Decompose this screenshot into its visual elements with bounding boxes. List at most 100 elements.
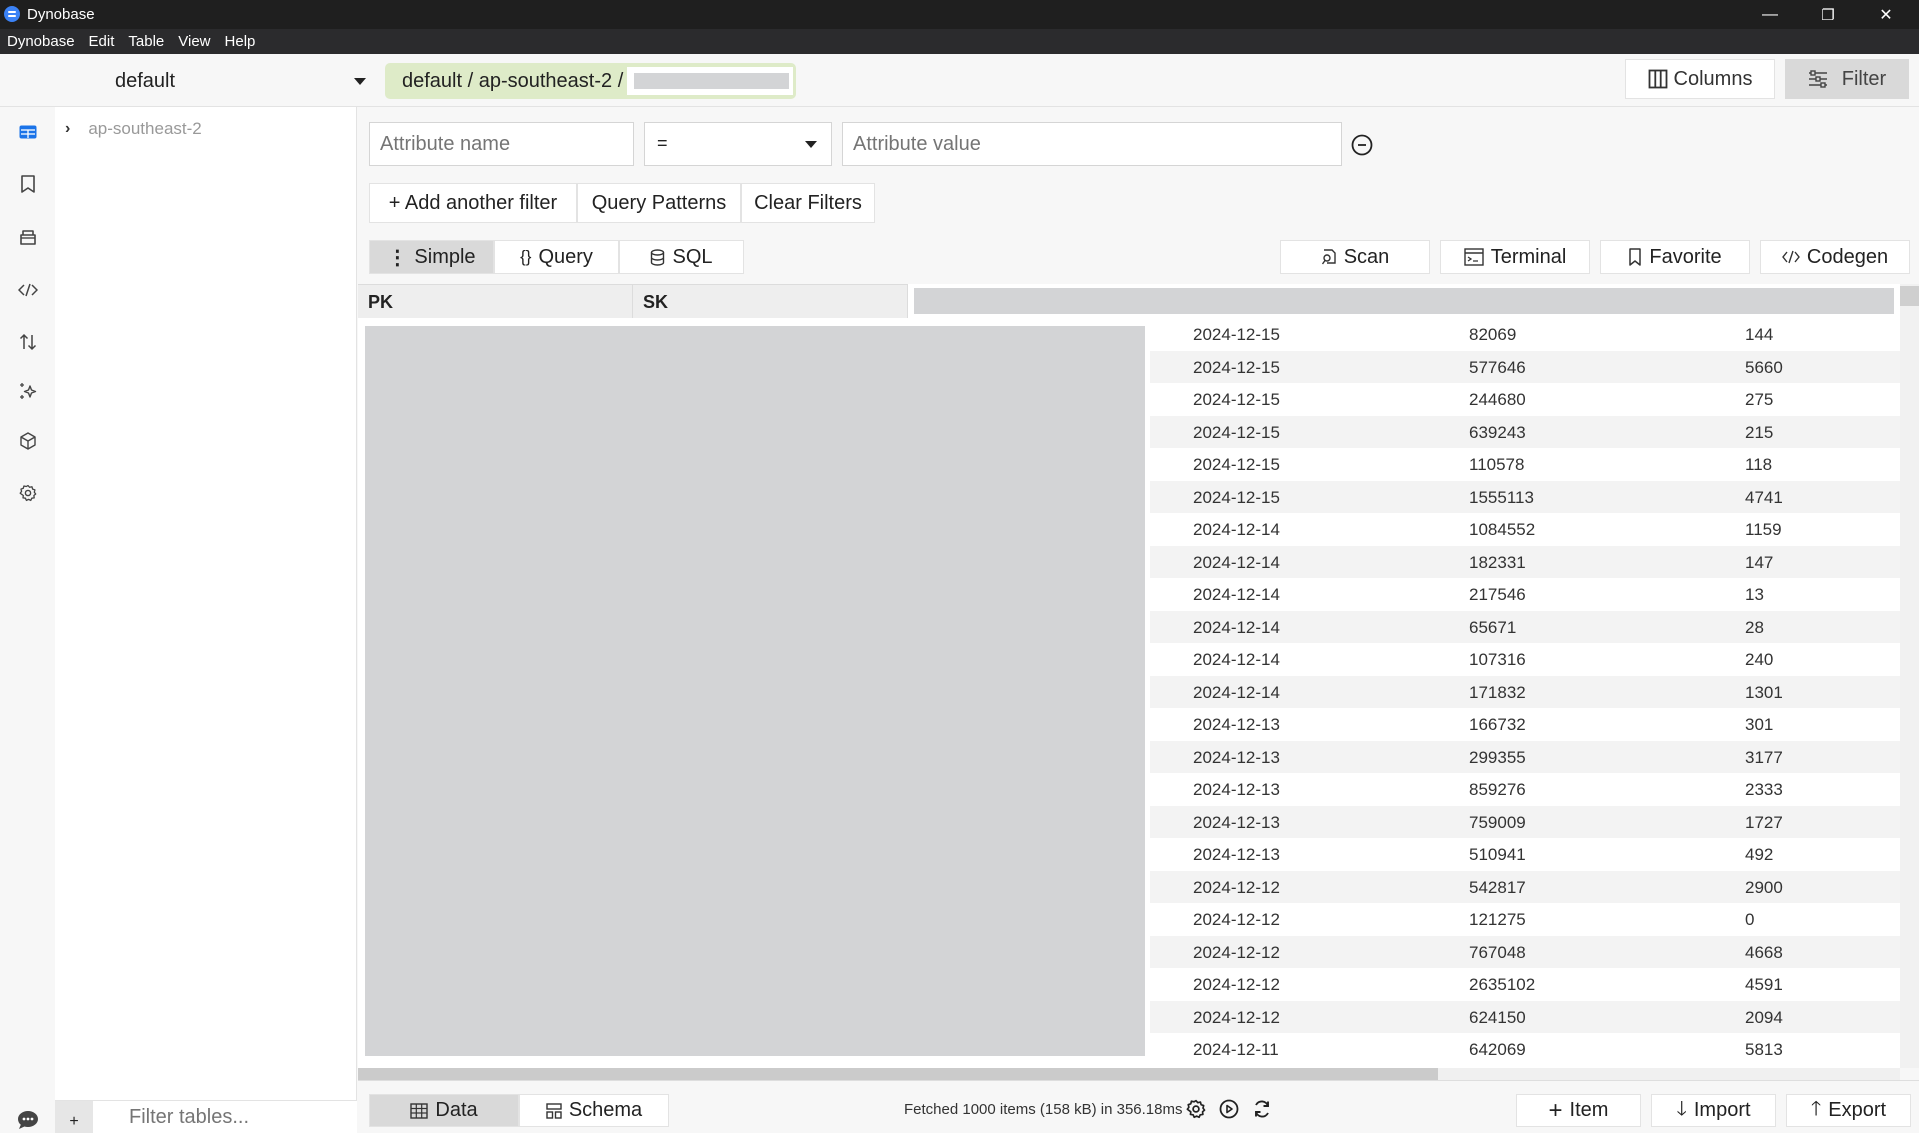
table-row[interactable]: 2024-12-12 121275 0 [1150,903,1900,936]
profile-select[interactable]: default [0,54,375,107]
fetch-status: Fetched 1000 items (158 kB) in 356.18ms [904,1101,1183,1118]
table-cell: 2094 [1745,1007,1783,1027]
table-body: 2024-12-15 82069 144 2024-12-15 577646 5660 20… [1150,318,1900,1066]
table-row[interactable]: 2024-12-13 166732 301 [1150,708,1900,741]
code-icon[interactable] [16,278,40,302]
play-circle-icon [1219,1099,1239,1119]
table-row[interactable]: 2024-12-15 110578 118 [1150,448,1900,481]
attribute-value-input[interactable] [842,122,1342,166]
table-cell: 144 [1745,325,1774,344]
table-cell: 759009 [1469,812,1526,832]
table-header: PK SK [358,284,1905,318]
run-button[interactable] [1219,1099,1241,1121]
table-row[interactable]: 2024-12-15 244680 275 [1150,383,1900,416]
query-settings-button[interactable] [1186,1099,1208,1121]
tables-icon[interactable] [16,120,40,144]
codegen-button[interactable]: Codegen [1760,240,1910,274]
database-icon[interactable] [16,225,40,249]
horizontal-scrollbar[interactable] [358,1068,1900,1080]
table-row[interactable]: 2024-12-14 171832 1301 [1150,675,1900,708]
add-another-filter-button[interactable]: + Add another filter [369,183,577,223]
attribute-name-input[interactable] [369,122,634,166]
dynobase-logo-icon [4,6,20,22]
table-row[interactable]: 2024-12-14 182331 147 [1150,545,1900,578]
table-row[interactable]: 2024-12-13 510941 492 [1150,838,1900,871]
scan-button[interactable]: Scan [1280,240,1430,274]
table-row[interactable]: 2024-12-13 299355 3177 [1150,740,1900,773]
minimize-button[interactable]: — [1741,0,1799,29]
settings-icon[interactable] [16,481,40,505]
table-row[interactable]: 2024-12-14 107316 240 [1150,643,1900,676]
table-cell: 4591 [1745,975,1783,994]
table-row[interactable]: 2024-12-14 1084552 1159 [1150,513,1900,546]
remove-filter-button[interactable] [1351,134,1373,161]
cube-icon[interactable] [16,429,40,453]
table-row[interactable]: 2024-12-15 639243 215 [1150,415,1900,448]
settings-icon [1186,1099,1206,1119]
table-tree-panel: › ap-southeast-2 + [55,107,357,1133]
chat-icon[interactable] [16,1108,40,1132]
query-patterns-button[interactable]: Query Patterns [577,183,741,223]
icon-rail [0,107,55,1132]
bookmark-icon[interactable] [16,172,40,196]
table-row[interactable]: 2024-12-12 767048 4668 [1150,935,1900,968]
table-cell: 1555113 [1469,487,1534,507]
columns-button[interactable]: Columns [1625,59,1775,99]
operator-select[interactable]: = [644,122,832,166]
menu-help[interactable]: Help [225,33,256,50]
table-row[interactable]: 2024-12-12 624150 2094 [1150,1000,1900,1033]
table-cell: 107316 [1469,650,1526,669]
table-row[interactable]: 2024-12-14 65671 28 [1150,610,1900,643]
sparkles-icon[interactable] [16,379,40,403]
clear-filters-button[interactable]: Clear Filters [741,183,875,223]
close-button[interactable]: ✕ [1857,0,1915,29]
table-cell: 2024-12-13 [1193,780,1280,799]
table-cell: 2024-12-15 [1193,325,1280,344]
menu-edit[interactable]: Edit [89,33,115,50]
table-row[interactable]: 2024-12-15 1555113 4741 [1150,480,1900,513]
filter-button[interactable]: Filter [1785,59,1909,99]
refresh-button[interactable] [1252,1099,1274,1121]
transfer-icon[interactable] [16,330,40,354]
table-cell: 182331 [1469,552,1526,572]
table-cell: 65671 [1469,617,1517,637]
table-row[interactable]: 2024-12-12 542817 2900 [1150,870,1900,903]
add-item-button[interactable]: + Item [1516,1094,1641,1127]
table-row[interactable]: 2024-12-15 577646 5660 [1150,350,1900,383]
tab-sql[interactable]: SQL [619,240,744,274]
table-row[interactable]: 2024-12-14 217546 13 [1150,578,1900,611]
vertical-scrollbar-thumb[interactable] [1900,286,1919,306]
tab-data[interactable]: Data [369,1094,519,1127]
table-row[interactable]: 2024-12-12 2635102 4591 [1150,968,1900,1001]
table-row[interactable]: 2024-12-15 82069 144 [1150,318,1900,351]
menu-view[interactable]: View [178,33,210,50]
tab-schema[interactable]: Schema [519,1094,669,1127]
table-row[interactable]: 2024-12-13 859276 2333 [1150,773,1900,806]
table-row[interactable]: 2024-12-11 642069 5813 [1150,1033,1900,1066]
table-row[interactable]: 2024-12-13 759009 1727 [1150,805,1900,838]
scan-button-label: Scan [1343,245,1390,268]
favorite-button[interactable]: Favorite [1600,240,1750,274]
import-button[interactable]: 🡓 Import [1651,1094,1776,1127]
table-cell: 275 [1745,390,1774,409]
database-icon [651,248,665,266]
add-table-button[interactable]: + [55,1101,93,1133]
menu-table[interactable]: Table [128,33,164,50]
menu-dynobase[interactable]: Dynobase [7,33,75,50]
table-cell: 2333 [1745,780,1783,799]
filter-tables-input[interactable] [93,1101,357,1133]
export-button[interactable]: 🡑 Export [1786,1094,1911,1127]
tab-query[interactable]: {} Query [494,240,619,274]
column-header-sk[interactable]: SK [633,284,908,318]
table-cell: 1301 [1745,682,1783,702]
terminal-icon [1464,248,1484,266]
column-header-pk[interactable]: PK [358,284,633,318]
vertical-scrollbar[interactable] [1900,284,1919,1068]
tab-simple-label: Simple [414,245,476,268]
terminal-button[interactable]: Terminal [1440,240,1590,274]
tree-node-region[interactable]: › ap-southeast-2 [65,119,202,139]
tab-simple[interactable]: ⋮ Simple [369,240,494,274]
horizontal-scrollbar-thumb[interactable] [358,1068,1438,1080]
table-cell: 215 [1745,422,1774,442]
restore-button[interactable]: ❐ [1799,0,1857,29]
